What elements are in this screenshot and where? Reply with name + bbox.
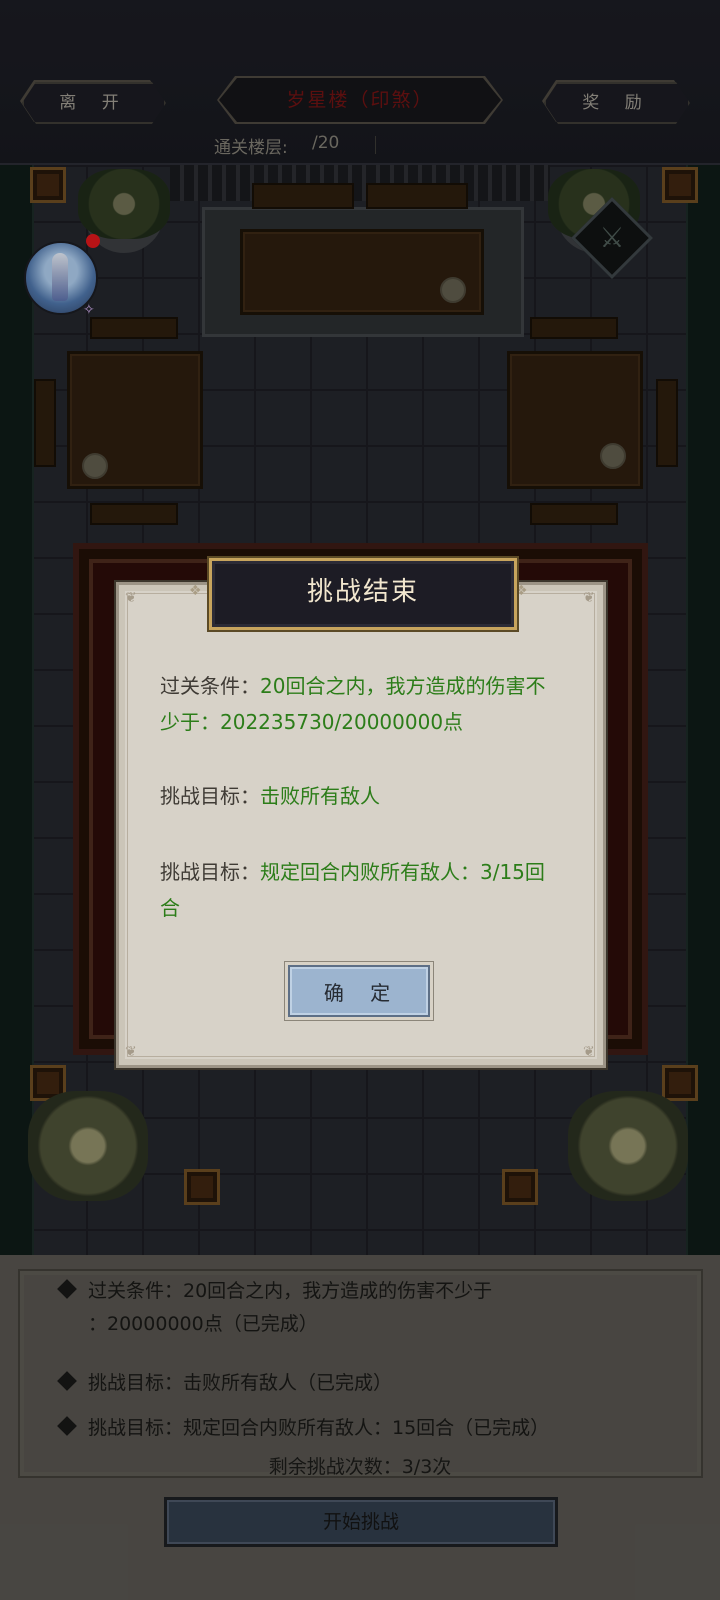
challenge-goal-1: 挑战目标：击败所有敌人: [160, 778, 380, 814]
confirm-button[interactable]: 确 定: [288, 965, 430, 1017]
corner-ornament-icon: ❦: [583, 590, 595, 606]
challenge-goal-2: 挑战目标：规定回合内败所有敌人：3/15回: [160, 854, 545, 890]
goal-label: 挑战目标：: [160, 784, 260, 808]
goal-value: 合: [160, 896, 180, 920]
goal-label: 挑战目标：: [160, 860, 260, 884]
pass-condition-continued: 少于：202235730/20000000点: [160, 704, 463, 740]
pass-condition-value: 少于：202235730/20000000点: [160, 710, 464, 734]
pass-condition-label: 过关条件：: [160, 674, 260, 698]
goal-value: 击败所有敌人: [260, 784, 380, 808]
dialog-title-bar: 挑战结束: [209, 558, 517, 630]
title-ornament-icon: ❖: [189, 583, 202, 599]
goal-value: 规定回合内败所有敌人：3/15回: [260, 860, 545, 884]
corner-ornament-icon: ❦: [125, 590, 137, 606]
pass-condition-value: 20回合之内，我方造成的伤害不: [260, 674, 546, 698]
corner-ornament-icon: ❦: [583, 1044, 595, 1060]
corner-ornament-icon: ❦: [125, 1044, 137, 1060]
dialog-title: 挑战结束: [306, 577, 419, 607]
pass-condition: 过关条件：20回合之内，我方造成的伤害不: [160, 668, 545, 704]
challenge-goal-2-continued: 合: [160, 890, 180, 926]
